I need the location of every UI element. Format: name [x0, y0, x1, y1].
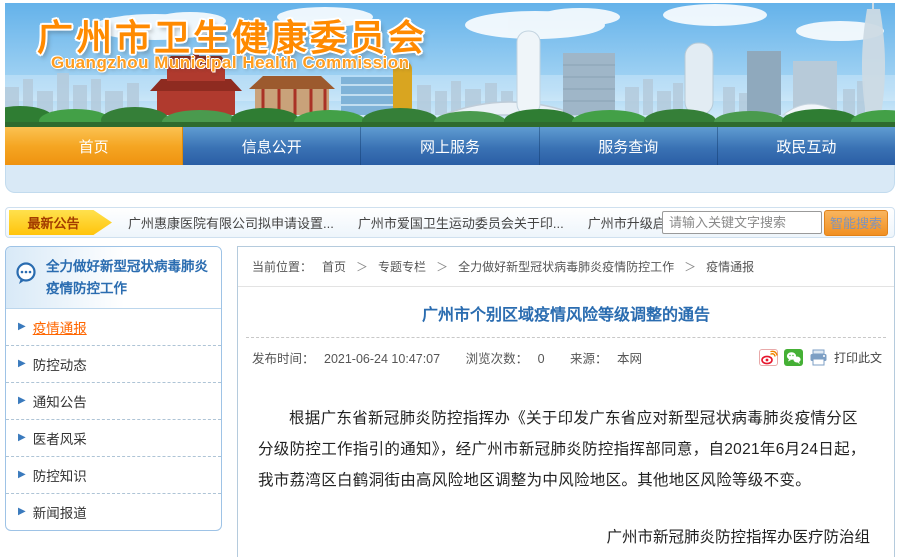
- sidebar-header-title: 全力做好新型冠状病毒肺炎疫情防控工作: [46, 256, 213, 301]
- ticker-link[interactable]: 广州市爱国卫生运动委员会关于印...: [358, 213, 564, 232]
- nav-tab-public-interaction[interactable]: 政民互动: [718, 127, 895, 165]
- nav-tab-online-services[interactable]: 网上服务: [361, 127, 539, 165]
- print-icon[interactable]: [809, 349, 828, 366]
- print-this-article-link[interactable]: 打印此文: [834, 349, 882, 366]
- announcement-ticker: 最新公告 广州惠康医院有限公司拟申请设置... 广州市爱国卫生运动委员会关于印.…: [5, 207, 895, 238]
- ticker-links: 广州惠康医院有限公司拟申请设置... 广州市爱国卫生运动委员会关于印... 广州…: [128, 213, 662, 232]
- breadcrumb-separator: ＞: [436, 258, 448, 275]
- search-input[interactable]: [662, 211, 822, 234]
- publish-time-value: 2021-06-24 10:47:07: [324, 352, 440, 366]
- breadcrumb-prefix: 当前位置：: [252, 258, 312, 275]
- ticker-link[interactable]: 广州市升级启用新冠疫苗第二剂: [588, 213, 662, 232]
- smart-search-button[interactable]: 智能搜索: [824, 210, 888, 236]
- sidebar-item-news-reports[interactable]: ▶ 新闻报道: [6, 494, 221, 530]
- sidebar-item-doctor-profiles[interactable]: ▶ 医者风采: [6, 420, 221, 457]
- breadcrumb: 当前位置： 首页 ＞ 专题专栏 ＞ 全力做好新型冠状病毒肺炎疫情防控工作 ＞ 疫…: [238, 247, 894, 287]
- latest-announcement-flag: 最新公告: [9, 210, 112, 235]
- breadcrumb-epidemic-bulletin[interactable]: 疫情通报: [706, 258, 754, 275]
- views-label: 浏览次数：: [466, 352, 529, 366]
- sidebar-header: 全力做好新型冠状病毒肺炎疫情防控工作: [6, 247, 221, 309]
- signature-block: 广州市新冠肺炎防控指挥办医疗防治组 2021年6月24日: [238, 496, 894, 557]
- sidebar-item-epidemic-bulletin[interactable]: ▶ 疫情通报: [6, 309, 221, 346]
- subnav-bar: [5, 165, 895, 193]
- triangle-bullet-icon: ▶: [18, 506, 26, 517]
- main-nav: 首页 信息公开 网上服务 服务查询 政民互动: [5, 127, 895, 165]
- breadcrumb-special-topics[interactable]: 专题专栏: [378, 258, 426, 275]
- publish-time-label: 发布时间：: [252, 352, 315, 366]
- sidebar-item-prevention-knowledge[interactable]: ▶ 防控知识: [6, 457, 221, 494]
- signature-org: 广州市新冠肺炎防控指挥办医疗防治组: [238, 522, 870, 555]
- weibo-share-icon[interactable]: [759, 349, 778, 366]
- site-banner: 广州市卫生健康委员会 Guangzhou Municipal Health Co…: [5, 3, 895, 127]
- triangle-bullet-icon: ▶: [18, 469, 26, 480]
- article-title: 广州市个别区域疫情风险等级调整的通告: [238, 287, 894, 337]
- triangle-bullet-icon: ▶: [18, 395, 26, 406]
- triangle-bullet-icon: ▶: [18, 432, 26, 443]
- breadcrumb-home[interactable]: 首页: [322, 258, 346, 275]
- breadcrumb-separator: ＞: [684, 258, 696, 275]
- share-tools: 打印此文: [759, 349, 882, 366]
- speech-bubble-icon: [14, 262, 38, 286]
- breadcrumb-covid-topic[interactable]: 全力做好新型冠状病毒肺炎疫情防控工作: [458, 258, 674, 275]
- wechat-share-icon[interactable]: [784, 349, 803, 366]
- sidebar: 全力做好新型冠状病毒肺炎疫情防控工作 ▶ 疫情通报 ▶ 防控动态 ▶ 通知公告 …: [5, 246, 222, 531]
- site-subtitle: Guangzhou Municipal Health Commission: [51, 53, 410, 73]
- source-value: 本网: [617, 352, 642, 366]
- main-area: 全力做好新型冠状病毒肺炎疫情防控工作 ▶ 疫情通报 ▶ 防控动态 ▶ 通知公告 …: [5, 246, 895, 557]
- triangle-bullet-icon: ▶: [18, 321, 26, 332]
- search-box: 智能搜索: [662, 210, 888, 236]
- nav-tab-service-query[interactable]: 服务查询: [540, 127, 718, 165]
- nav-tab-info-disclosure[interactable]: 信息公开: [183, 127, 361, 165]
- triangle-bullet-icon: ▶: [18, 358, 26, 369]
- page: 广州市卫生健康委员会 Guangzhou Municipal Health Co…: [5, 3, 895, 557]
- article-meta: 发布时间： 2021-06-24 10:47:07 浏览次数： 0 来源： 本网: [238, 338, 894, 375]
- meta-left: 发布时间： 2021-06-24 10:47:07 浏览次数： 0 来源： 本网: [252, 348, 648, 367]
- breadcrumb-separator: ＞: [356, 258, 368, 275]
- views-value: 0: [538, 352, 545, 366]
- sidebar-item-notices[interactable]: ▶ 通知公告: [6, 383, 221, 420]
- source-label: 来源：: [570, 352, 608, 366]
- sidebar-item-control-updates[interactable]: ▶ 防控动态: [6, 346, 221, 383]
- article-body: 根据广东省新冠肺炎防控指挥办《关于印发广东省应对新型冠状病毒肺炎疫情分区分级防控…: [238, 375, 894, 496]
- content-panel: 当前位置： 首页 ＞ 专题专栏 ＞ 全力做好新型冠状病毒肺炎疫情防控工作 ＞ 疫…: [237, 246, 895, 557]
- ticker-link[interactable]: 广州惠康医院有限公司拟申请设置...: [128, 213, 334, 232]
- nav-tab-home[interactable]: 首页: [5, 127, 183, 165]
